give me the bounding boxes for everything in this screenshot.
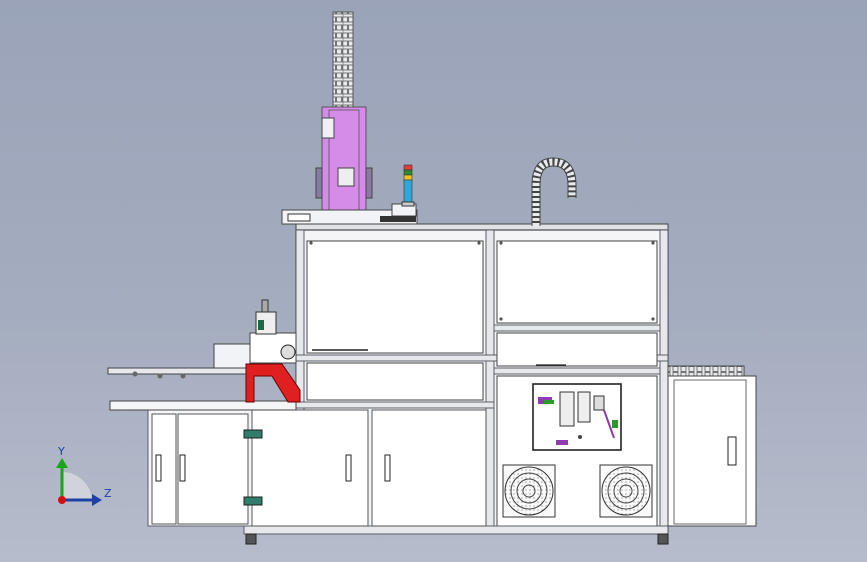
- caster-left: [245, 533, 257, 545]
- curved-cable-chain: [531, 157, 577, 226]
- cooling-fan-left: [502, 464, 556, 518]
- right-side-cabinet: [667, 365, 757, 527]
- cad-viewport[interactable]: Y Z: [0, 0, 867, 562]
- lift-column: [315, 106, 373, 225]
- signal-tower: [401, 164, 415, 207]
- feeder-module: [213, 299, 301, 403]
- lower-left-cabinet: [147, 409, 487, 527]
- cooling-fan-right: [599, 464, 653, 518]
- electrical-panel: [532, 383, 622, 451]
- axis-label-y: Y: [57, 445, 65, 458]
- axis-label-z: Z: [104, 487, 112, 500]
- coordinate-triad: Y Z: [56, 445, 112, 506]
- caster-right: [657, 533, 669, 545]
